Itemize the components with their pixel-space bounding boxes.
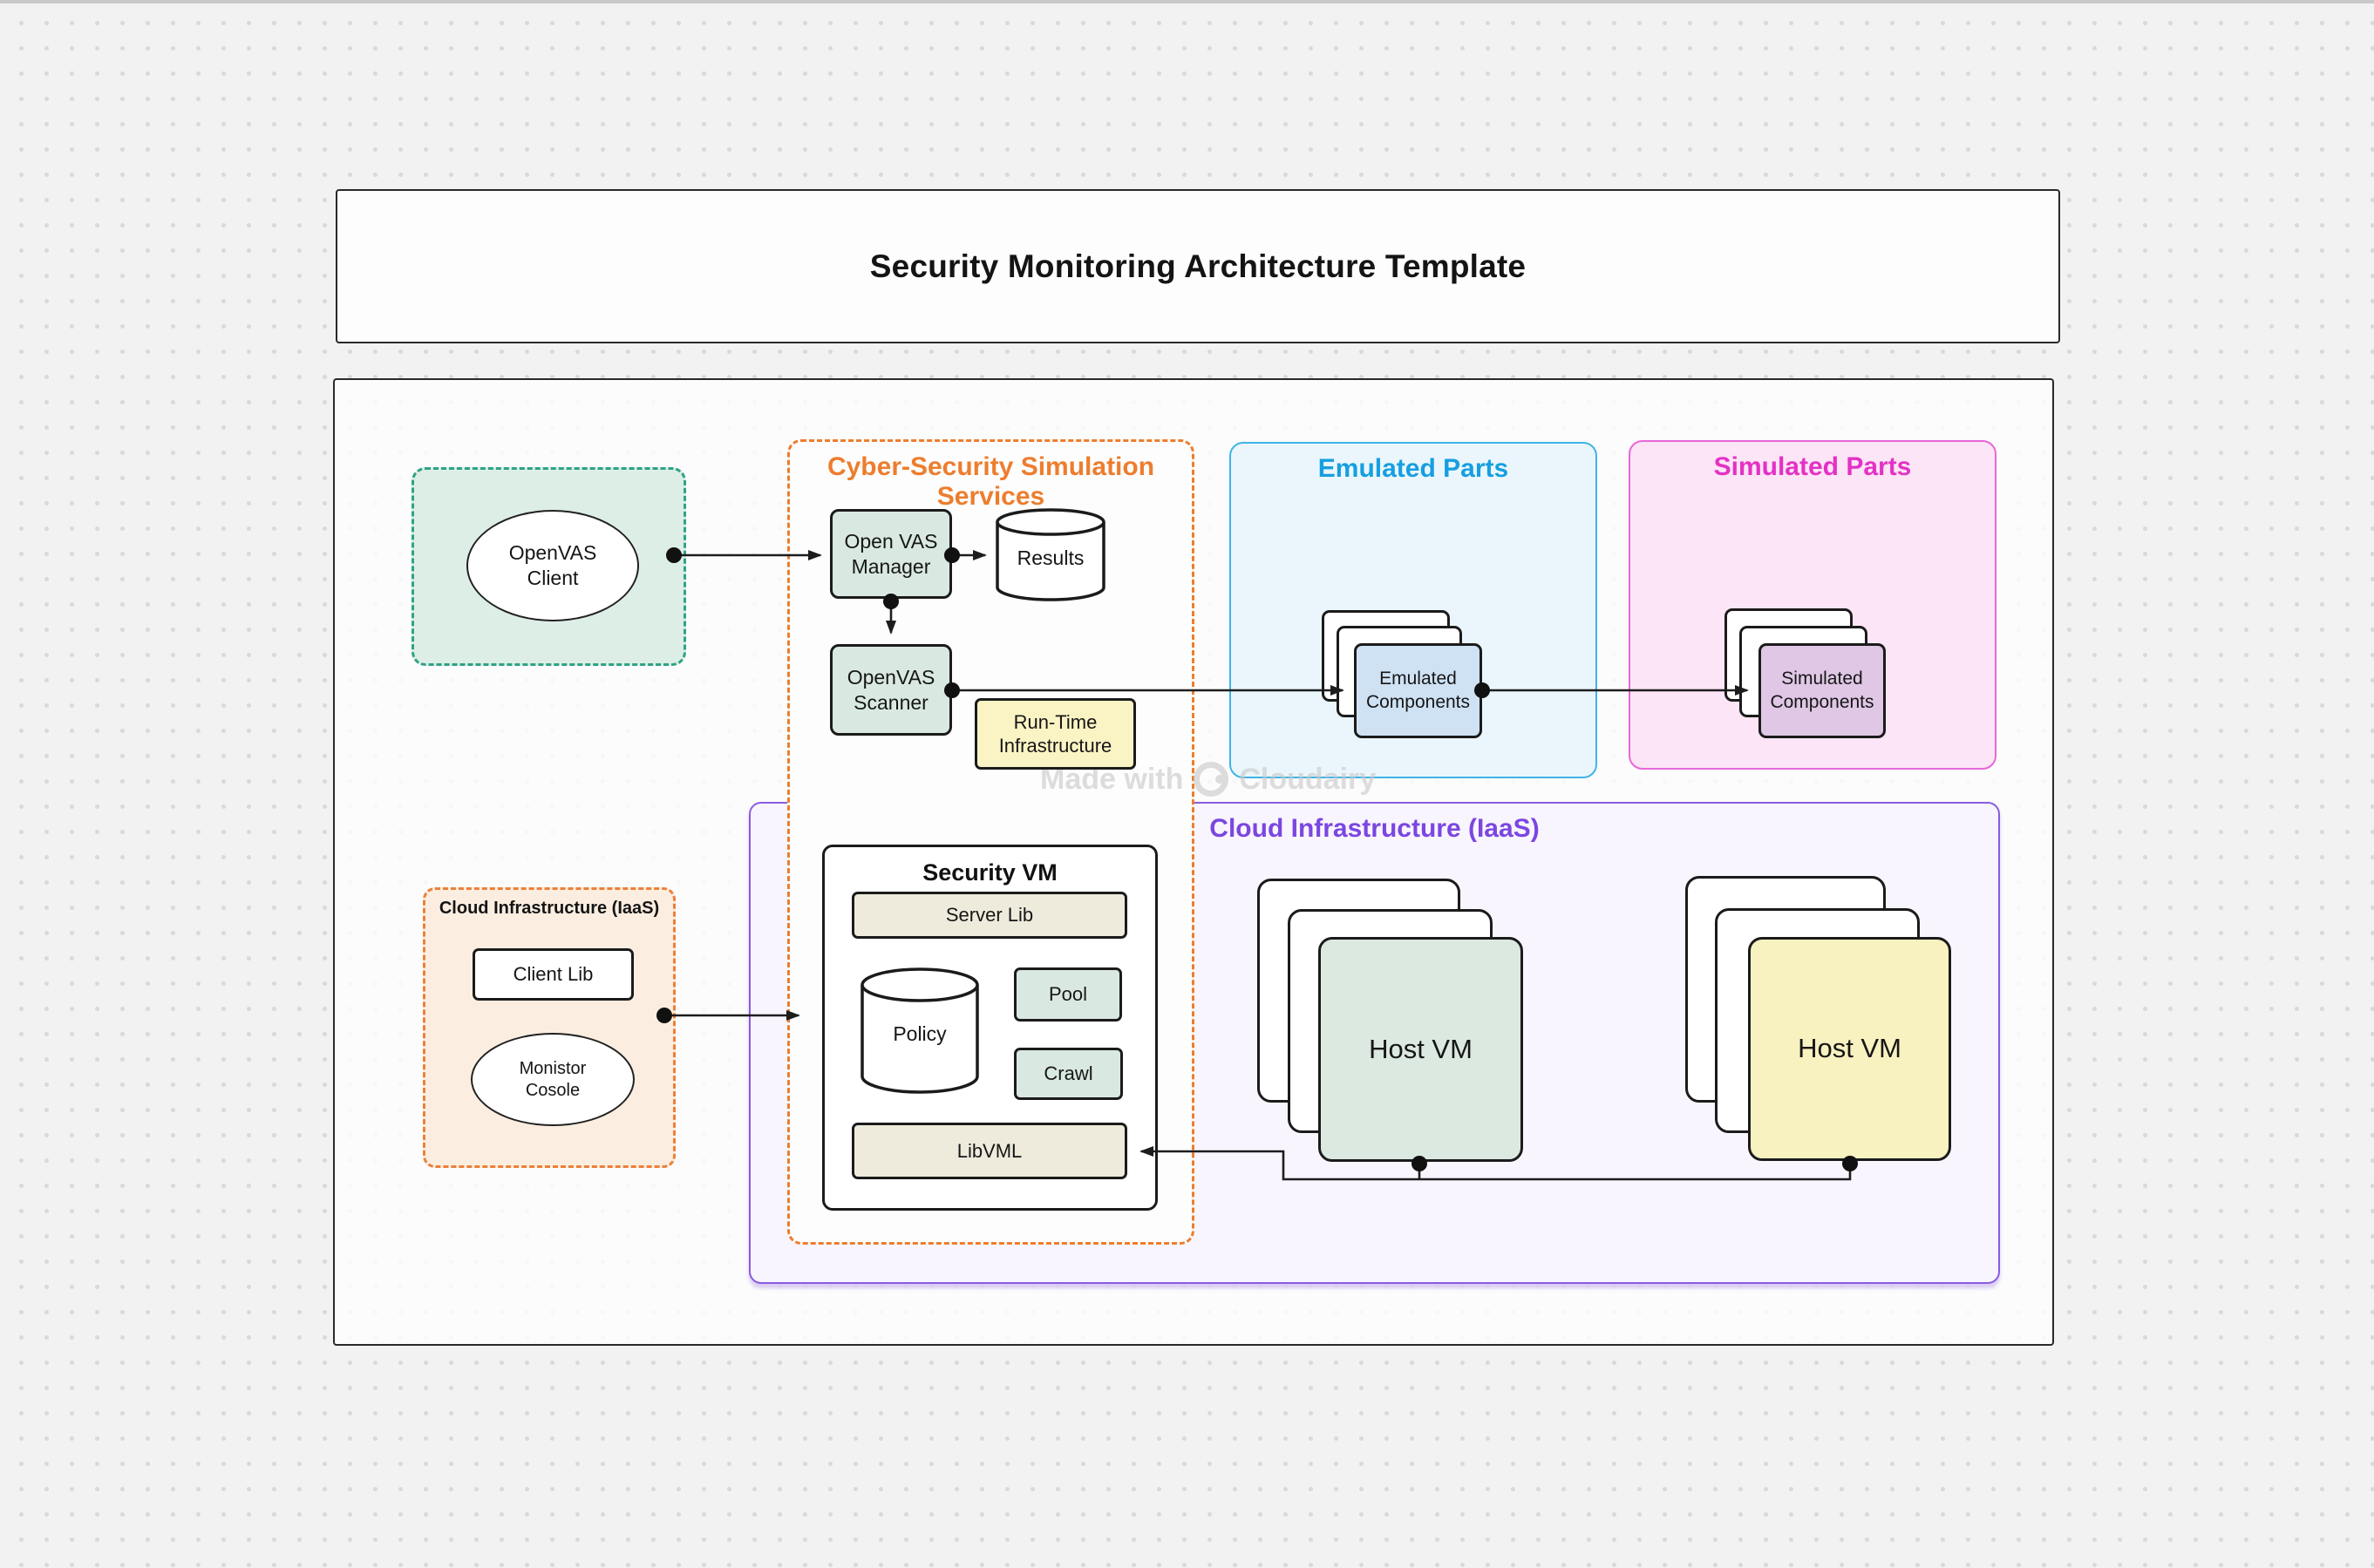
node-server-lib[interactable]: Server Lib xyxy=(852,892,1127,939)
node-host-vm-yellow[interactable]: Host VM xyxy=(1748,937,1951,1161)
node-client-lib[interactable]: Client Lib xyxy=(473,948,634,1001)
node-crawl[interactable]: Crawl xyxy=(1014,1048,1123,1100)
node-libvml[interactable]: LibVML xyxy=(852,1123,1127,1179)
node-monistor-cosole[interactable]: Monistor Cosole xyxy=(471,1033,635,1126)
openvas-client-label: OpenVAS Client xyxy=(509,540,597,591)
page-top-strip xyxy=(0,0,2374,3)
policy-label: Policy xyxy=(860,967,979,1094)
node-openvas-scanner[interactable]: OpenVAS Scanner xyxy=(830,644,952,736)
openvas-scanner-label: OpenVAS Scanner xyxy=(847,665,935,716)
node-results[interactable]: Results xyxy=(996,508,1105,601)
libvml-label: LibVML xyxy=(957,1139,1023,1164)
node-emulated-components[interactable]: Emulated Components xyxy=(1354,643,1482,738)
client-lib-label: Client Lib xyxy=(514,962,594,987)
runtime-infrastructure-label: Run-Time Infrastructure xyxy=(999,710,1112,758)
host-vm-yellow-label: Host VM xyxy=(1798,1032,1901,1066)
results-label: Results xyxy=(996,508,1105,601)
crawl-label: Crawl xyxy=(1044,1062,1092,1086)
node-runtime-infrastructure[interactable]: Run-Time Infrastructure xyxy=(975,698,1136,770)
cloud-infrastructure-left-title: Cloud Infrastructure (IaaS) xyxy=(425,899,673,919)
node-policy[interactable]: Policy xyxy=(860,967,979,1094)
watermark-brand: Cloudairy xyxy=(1239,763,1376,797)
cloudairy-logo-icon xyxy=(1194,762,1228,797)
node-openvas-client[interactable]: OpenVAS Client xyxy=(466,510,639,621)
node-open-vas-manager[interactable]: Open VAS Manager xyxy=(830,509,952,599)
simulated-parts-title: Simulated Parts xyxy=(1630,452,1995,482)
pool-label: Pool xyxy=(1049,982,1087,1007)
node-pool[interactable]: Pool xyxy=(1014,967,1122,1022)
server-lib-label: Server Lib xyxy=(946,903,1033,927)
simulated-components-label: Simulated Components xyxy=(1770,668,1874,714)
node-simulated-components[interactable]: Simulated Components xyxy=(1758,643,1886,738)
page-title: Security Monitoring Architecture Templat… xyxy=(337,191,2058,342)
title-box[interactable]: Security Monitoring Architecture Templat… xyxy=(336,189,2060,343)
node-host-vm-green[interactable]: Host VM xyxy=(1318,937,1523,1162)
security-vm-title: Security VM xyxy=(825,859,1155,886)
emulated-parts-title: Emulated Parts xyxy=(1231,454,1595,484)
monistor-cosole-label: Monistor Cosole xyxy=(520,1058,587,1102)
open-vas-manager-label: Open VAS Manager xyxy=(845,529,938,580)
cyber-security-title: Cyber-Security Simulation Services xyxy=(790,452,1192,512)
emulated-components-label: Emulated Components xyxy=(1366,668,1470,714)
host-vm-green-label: Host VM xyxy=(1369,1033,1473,1067)
